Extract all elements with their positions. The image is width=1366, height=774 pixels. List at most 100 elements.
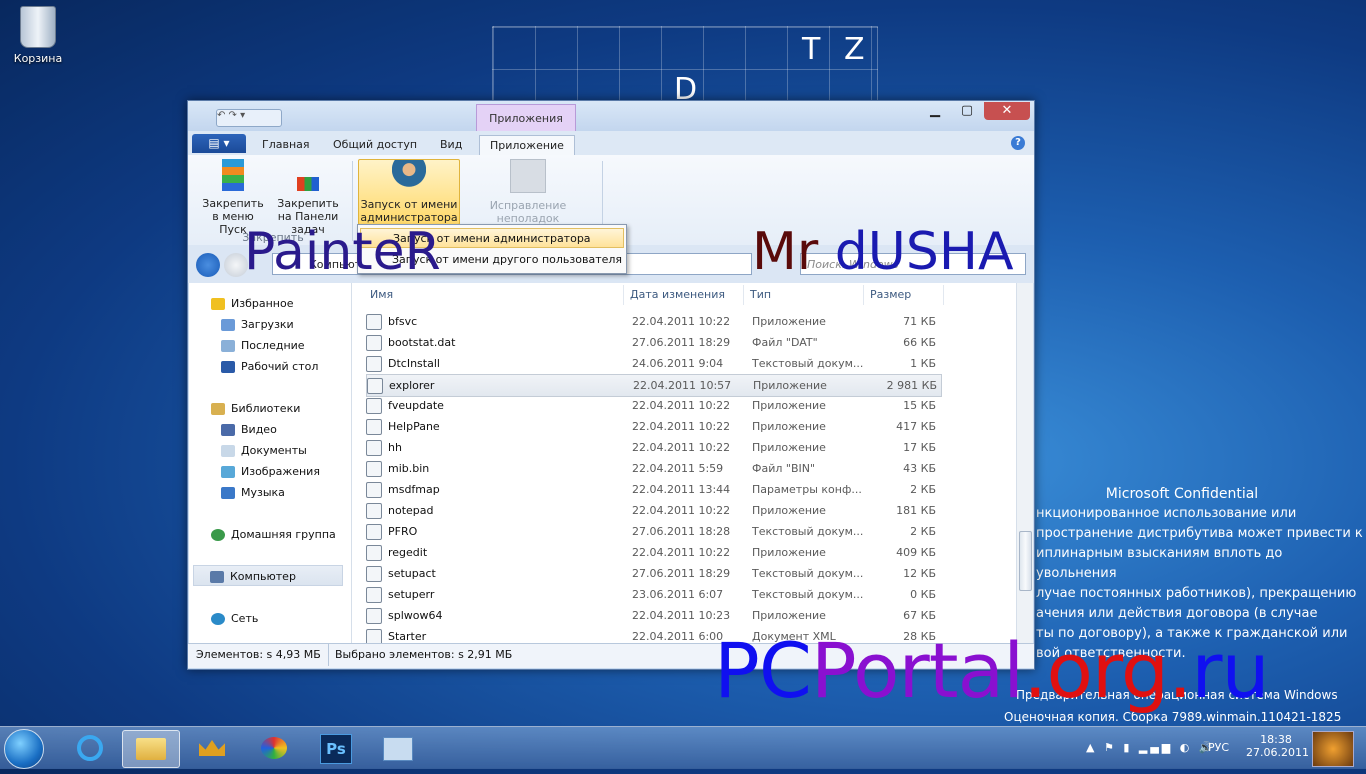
file-icon	[366, 524, 382, 540]
file-type: Текстовый докум...	[752, 357, 864, 370]
file-row[interactable]: setuperr 23.06.2011 6:07 Текстовый докум..…	[366, 584, 940, 605]
file-menu-button[interactable]: ▤ ▾	[192, 134, 246, 153]
minimize-button[interactable]: ▁	[920, 102, 950, 120]
taskbar-explorer[interactable]	[122, 730, 180, 768]
file-icon	[366, 440, 382, 456]
back-button[interactable]	[196, 253, 220, 277]
file-icon	[366, 461, 382, 477]
column-date[interactable]: Дата изменения	[624, 285, 744, 305]
nav-desktop[interactable]: Рабочий стол	[221, 356, 318, 377]
tab-home[interactable]: Главная	[252, 135, 320, 155]
file-date: 22.04.2011 10:23	[632, 609, 731, 622]
documents-icon	[221, 445, 235, 457]
pin-start-icon	[222, 159, 244, 191]
file-type: Текстовый докум...	[752, 588, 864, 601]
file-row[interactable]: DtcInstall 24.06.2011 9:04 Текстовый докум…	[366, 353, 940, 374]
homegroup-icon	[211, 529, 225, 541]
recycle-bin[interactable]: Корзина	[8, 6, 68, 65]
nav-homegroup[interactable]: Домашняя группа	[211, 524, 336, 545]
file-size: 43 КБ	[903, 462, 936, 475]
maximize-button[interactable]: ▢	[952, 102, 982, 120]
file-row[interactable]: notepad 22.04.2011 10:22 Приложение 181 КБ	[366, 500, 940, 521]
nav-computer[interactable]: Компьютер	[193, 565, 343, 586]
file-row[interactable]: explorer 22.04.2011 10:57 Приложение 2 981 …	[366, 374, 942, 397]
file-type: Приложение	[752, 420, 826, 433]
column-type[interactable]: Тип	[744, 285, 864, 305]
pictures-icon	[221, 466, 235, 478]
file-name: bootstat.dat	[366, 332, 616, 353]
file-name: notepad	[366, 500, 616, 521]
tab-application[interactable]: Приложение	[479, 135, 575, 157]
file-row[interactable]: hh 22.04.2011 10:22 Приложение 17 КБ	[366, 437, 940, 458]
nav-libraries[interactable]: Библиотеки	[211, 398, 300, 419]
taskbar-ie[interactable]	[62, 730, 118, 766]
file-date: 22.04.2011 10:22	[632, 399, 731, 412]
title-bar[interactable]: ↶ ↷ ▾ Приложения ▁ ▢ ✕	[188, 101, 1034, 132]
nav-video[interactable]: Видео	[221, 419, 277, 440]
scrollbar-thumb[interactable]	[1019, 531, 1032, 591]
status-selected: Выбрано элементов: s 2,91 МБ	[328, 644, 512, 666]
nav-documents[interactable]: Документы	[221, 440, 307, 461]
column-name[interactable]: Имя	[364, 285, 624, 305]
file-size: 66 КБ	[903, 336, 936, 349]
file-row[interactable]: PFRO 27.06.2011 18:28 Текстовый докум... 2 …	[366, 521, 940, 542]
tab-share[interactable]: Общий доступ	[323, 135, 427, 155]
file-row[interactable]: mib.bin 22.04.2011 5:59 Файл "BIN" 43 КБ	[366, 458, 940, 479]
file-size: 2 КБ	[910, 525, 936, 538]
file-row[interactable]: HelpPane 22.04.2011 10:22 Приложение 417 КБ	[366, 416, 940, 437]
clock[interactable]: 18:38 27.06.2011	[1246, 733, 1309, 759]
quick-access-toolbar[interactable]: ↶ ↷ ▾	[216, 109, 282, 127]
vertical-scrollbar[interactable]	[1016, 283, 1033, 643]
file-row[interactable]: regedit 22.04.2011 10:22 Приложение 409 КБ	[366, 542, 940, 563]
file-type: Приложение	[752, 504, 826, 517]
tray-icons[interactable]: ▲ ⚑ ▮ ▂▄▆ ◐ 🔊	[1086, 741, 1216, 754]
file-row[interactable]: splwow64 22.04.2011 10:23 Приложение 67 КБ	[366, 605, 940, 626]
file-name: splwow64	[366, 605, 616, 626]
taskbar-control-panel[interactable]	[370, 730, 426, 766]
column-size[interactable]: Размер	[864, 285, 944, 305]
file-row[interactable]: bootstat.dat 27.06.2011 18:29 Файл "DAT" 66…	[366, 332, 940, 353]
recycle-bin-icon	[20, 6, 56, 48]
file-type: Приложение	[752, 315, 826, 328]
network-icon	[211, 613, 225, 625]
language-indicator[interactable]: РУС	[1208, 741, 1229, 754]
taskbar-paint[interactable]	[246, 730, 302, 766]
file-icon	[366, 356, 382, 372]
file-row[interactable]: msdfmap 22.04.2011 13:44 Параметры конф...…	[366, 479, 940, 500]
file-icon	[366, 545, 382, 561]
nav-downloads[interactable]: Загрузки	[221, 314, 294, 335]
control-panel-icon	[383, 737, 413, 761]
overlay-site: PCPortal.org.ru	[714, 626, 1270, 715]
taskbar-photoshop[interactable]: Ps	[308, 730, 364, 766]
show-desktop-avatar[interactable]	[1312, 731, 1354, 767]
nav-recent[interactable]: Последние	[221, 335, 305, 356]
file-date: 22.04.2011 10:57	[633, 379, 732, 392]
clock-time: 18:38	[1260, 733, 1292, 746]
context-tab-group: Приложения	[476, 104, 576, 132]
file-size: 2 КБ	[910, 483, 936, 496]
recent-icon	[221, 340, 235, 352]
help-icon[interactable]: ?	[1011, 136, 1025, 150]
nav-network[interactable]: Сеть	[211, 608, 258, 629]
file-row[interactable]: bfsvc 22.04.2011 10:22 Приложение 71 КБ	[366, 311, 940, 332]
file-type: Файл "BIN"	[752, 462, 816, 475]
watermark-title: Microsoft Confidential	[1105, 486, 1259, 502]
tab-view[interactable]: Вид	[430, 135, 472, 155]
file-size: 2 981 КБ	[886, 379, 937, 392]
file-name: hh	[366, 437, 616, 458]
site-org: org	[1046, 626, 1169, 715]
run-as-admin-button[interactable]: Запуск от имени администратора ▾	[358, 159, 460, 237]
file-row[interactable]: setupact 27.06.2011 18:29 Текстовый докум.…	[366, 563, 940, 584]
nav-favorites[interactable]: Избранное	[211, 293, 293, 314]
nav-pictures[interactable]: Изображения	[221, 461, 320, 482]
close-button[interactable]: ✕	[984, 102, 1030, 120]
start-button[interactable]	[4, 729, 44, 769]
nav-music[interactable]: Музыка	[221, 482, 285, 503]
file-date: 27.06.2011 18:28	[632, 525, 731, 538]
file-icon	[366, 398, 382, 414]
taskbar-app-crown[interactable]	[184, 730, 240, 766]
file-row[interactable]: fveupdate 22.04.2011 10:22 Приложение 15 КБ	[366, 395, 940, 416]
file-type: Параметры конф...	[752, 483, 862, 496]
file-name: explorer	[367, 375, 617, 396]
file-name: fveupdate	[366, 395, 616, 416]
